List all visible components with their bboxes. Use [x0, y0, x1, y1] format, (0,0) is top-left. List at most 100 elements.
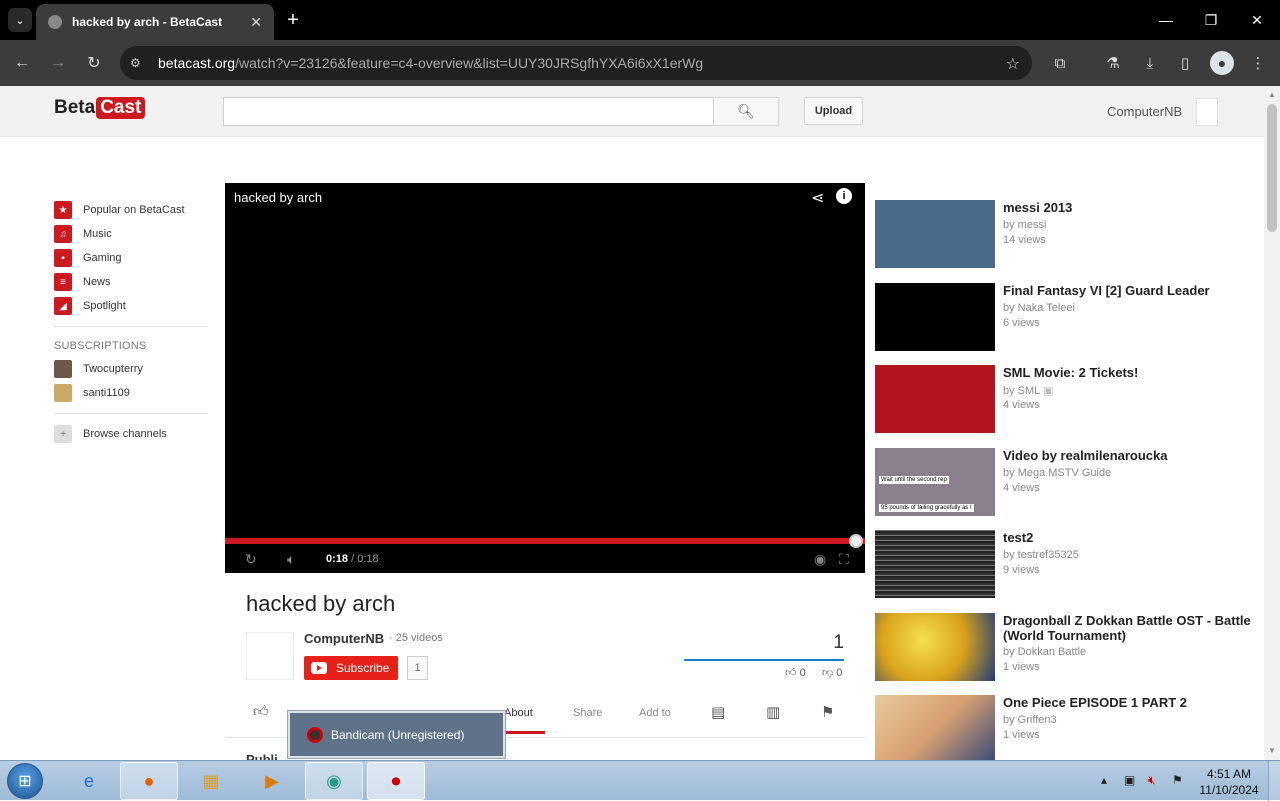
internet-explorer-icon[interactable]: e — [60, 762, 118, 800]
minimize-button[interactable]: — — [1154, 8, 1178, 32]
forward-button[interactable]: → — [46, 51, 70, 75]
related-video[interactable]: SML Movie: 2 Tickets! by SML ▣ 4 views — [875, 365, 1255, 433]
owner-name[interactable]: ComputerNB — [304, 631, 384, 646]
user-name[interactable]: ComputerNB — [1107, 104, 1182, 119]
view-count: 1 — [833, 632, 844, 653]
related-video-channel: by messi — [1003, 219, 1047, 231]
system-clock[interactable]: 4:51 AM 11/10/2024 — [1197, 766, 1261, 798]
guide-item-subscription[interactable]: santi1109 — [54, 381, 208, 405]
media-player-icon[interactable]: ▶ — [243, 762, 301, 800]
bandicam-taskbar-icon[interactable]: ⏺ — [367, 762, 425, 800]
upload-button[interactable]: Upload — [804, 97, 863, 125]
related-video[interactable]: Final Fantasy VI [2] Guard Leader by Nak… — [875, 283, 1255, 351]
settings-icon[interactable]: ◉ — [814, 551, 826, 568]
subscription-label: Twocupterry — [83, 363, 143, 375]
search-input[interactable] — [223, 97, 714, 126]
close-tab-icon[interactable]: ✕ — [250, 14, 262, 31]
guide-item-gaming[interactable]: ▪ Gaming — [54, 246, 208, 270]
restore-button[interactable]: ❐ — [1199, 8, 1223, 32]
related-video-title[interactable]: messi 2013 — [1003, 200, 1255, 215]
download-icon[interactable]: ⤓ — [1138, 51, 1162, 75]
guide-item-spotlight[interactable]: ◢ Spotlight — [54, 294, 208, 318]
taskbar-preview-popup[interactable]: Bandicam (Unregistered) — [287, 710, 506, 759]
flag-icon[interactable]: ⚑ — [821, 703, 834, 721]
scroll-down-icon[interactable]: ▼ — [1268, 746, 1276, 755]
video-thumbnail[interactable] — [875, 200, 995, 268]
fullscreen-icon[interactable]: ⛶ — [839, 551, 849, 568]
show-hidden-icons[interactable]: ▴ — [1101, 773, 1107, 787]
firefox-icon[interactable]: ● — [120, 762, 178, 800]
start-button[interactable]: ⊞ — [7, 763, 43, 799]
browser-menu-icon[interactable]: ⋮ — [1246, 51, 1270, 75]
related-video[interactable]: test2 by testref35325 9 views — [875, 530, 1255, 598]
related-video-title[interactable]: SML Movie: 2 Tickets! — [1003, 365, 1255, 380]
tab-search-button[interactable]: ⌄ — [8, 8, 32, 32]
video-thumbnail[interactable] — [875, 365, 995, 433]
related-video-title[interactable]: One Piece EPISODE 1 PART 2 — [1003, 695, 1255, 710]
reload-button[interactable]: ↻ — [82, 51, 106, 75]
file-explorer-icon[interactable]: ▦ — [182, 762, 240, 800]
profile-avatar-icon[interactable]: ● — [1210, 51, 1234, 75]
transcript-icon[interactable]: ▤ — [711, 703, 725, 721]
guide-item-music[interactable]: ♫ Music — [54, 222, 208, 246]
related-video-views: 4 views — [1003, 482, 1040, 494]
address-bar[interactable]: ⚙ betacast.org/watch?v=23126&feature=c4-… — [120, 46, 1032, 80]
owner-avatar[interactable] — [246, 632, 294, 680]
info-icon[interactable]: i — [836, 188, 852, 204]
tab-about[interactable]: About — [504, 707, 533, 719]
progress-bar[interactable] — [225, 538, 865, 544]
video-thumbnail[interactable] — [875, 695, 995, 760]
popup-label: Bandicam (Unregistered) — [331, 727, 465, 742]
video-thumbnail[interactable]: Wait until the second rep 95 pounds of f… — [875, 448, 995, 516]
chat-app-icon[interactable]: ◉ — [305, 762, 363, 800]
volume-icon[interactable]: 🔈︎ — [287, 551, 295, 568]
guide-item-popular[interactable]: ★ Popular on BetaCast — [54, 198, 208, 222]
volume-muted-icon[interactable]: 🔇︎ — [1148, 773, 1156, 788]
new-tab-button[interactable]: + — [282, 8, 304, 32]
related-video-title[interactable]: test2 — [1003, 530, 1255, 545]
network-icon[interactable]: ▣ — [1124, 773, 1135, 787]
action-center-flag-icon[interactable]: ⚑ — [1172, 773, 1183, 787]
scroll-up-icon[interactable]: ▲ — [1268, 90, 1276, 99]
bookmark-star-icon[interactable]: ☆ — [1006, 54, 1020, 74]
stats-icon[interactable]: ▥ — [766, 703, 780, 721]
dislike-button[interactable]: 👎︎ 0 — [822, 666, 842, 679]
share-icon[interactable]: ⋖ — [811, 188, 824, 208]
side-panel-icon[interactable]: ▯ — [1173, 51, 1197, 75]
tab-share[interactable]: Share — [573, 707, 602, 719]
browser-tab[interactable]: hacked by arch - BetaCast ✕ — [36, 4, 274, 40]
related-video[interactable]: messi 2013 by messi 14 views — [875, 200, 1255, 268]
browse-channels-link[interactable]: + Browse channels — [54, 422, 208, 446]
related-video[interactable]: Wait until the second rep 95 pounds of f… — [875, 448, 1255, 516]
like-button[interactable]: 👍︎ 0 — [785, 666, 806, 679]
show-desktop-button[interactable] — [1268, 761, 1280, 801]
search-button[interactable]: 🔍︎ — [713, 97, 779, 126]
user-avatar[interactable] — [1196, 98, 1218, 126]
video-player[interactable]: hacked by arch ⋖ i ↻ 🔈︎ 0:18 / 0:18 ◉ ⛶ — [225, 183, 865, 573]
extensions-icon[interactable]: ⧉ — [1048, 51, 1072, 75]
labs-icon[interactable]: ⚗ — [1101, 51, 1125, 75]
video-thumbnail[interactable] — [875, 613, 995, 681]
video-thumbnail[interactable] — [875, 283, 995, 351]
subscribe-button[interactable]: Subscribe — [304, 656, 398, 680]
close-window-button[interactable]: ✕ — [1245, 8, 1269, 32]
back-button[interactable]: ← — [10, 51, 34, 75]
related-video[interactable]: One Piece EPISODE 1 PART 2 by Griffen3 1… — [875, 695, 1255, 760]
browser-tab-bar: ⌄ hacked by arch - BetaCast ✕ + — ❐ ✕ — [0, 0, 1280, 40]
tab-add-to[interactable]: Add to — [639, 707, 671, 719]
scrollbar-thumb[interactable] — [1267, 104, 1277, 232]
video-details: Publi — [246, 752, 278, 760]
betacast-logo[interactable]: Beta Cast — [54, 97, 146, 119]
guide-item-subscription[interactable]: Twocupterry — [54, 357, 208, 381]
related-video-title[interactable]: Video by realmilenaroucka — [1003, 448, 1255, 463]
site-info-icon[interactable]: ⚙ — [130, 56, 150, 70]
related-video-title[interactable]: Dragonball Z Dokkan Battle OST - Battle … — [1003, 613, 1255, 643]
like-action-icon[interactable]: 👍︎ — [253, 703, 269, 721]
related-video-title[interactable]: Final Fantasy VI [2] Guard Leader — [1003, 283, 1255, 298]
guide-item-news[interactable]: ≡ News — [54, 270, 208, 294]
page-scrollbar[interactable]: ▲ ▼ — [1264, 86, 1280, 760]
replay-icon[interactable]: ↻ — [245, 551, 257, 568]
related-video[interactable]: Dragonball Z Dokkan Battle OST - Battle … — [875, 613, 1255, 681]
scrubber-handle[interactable] — [849, 534, 863, 548]
video-thumbnail[interactable] — [875, 530, 995, 598]
